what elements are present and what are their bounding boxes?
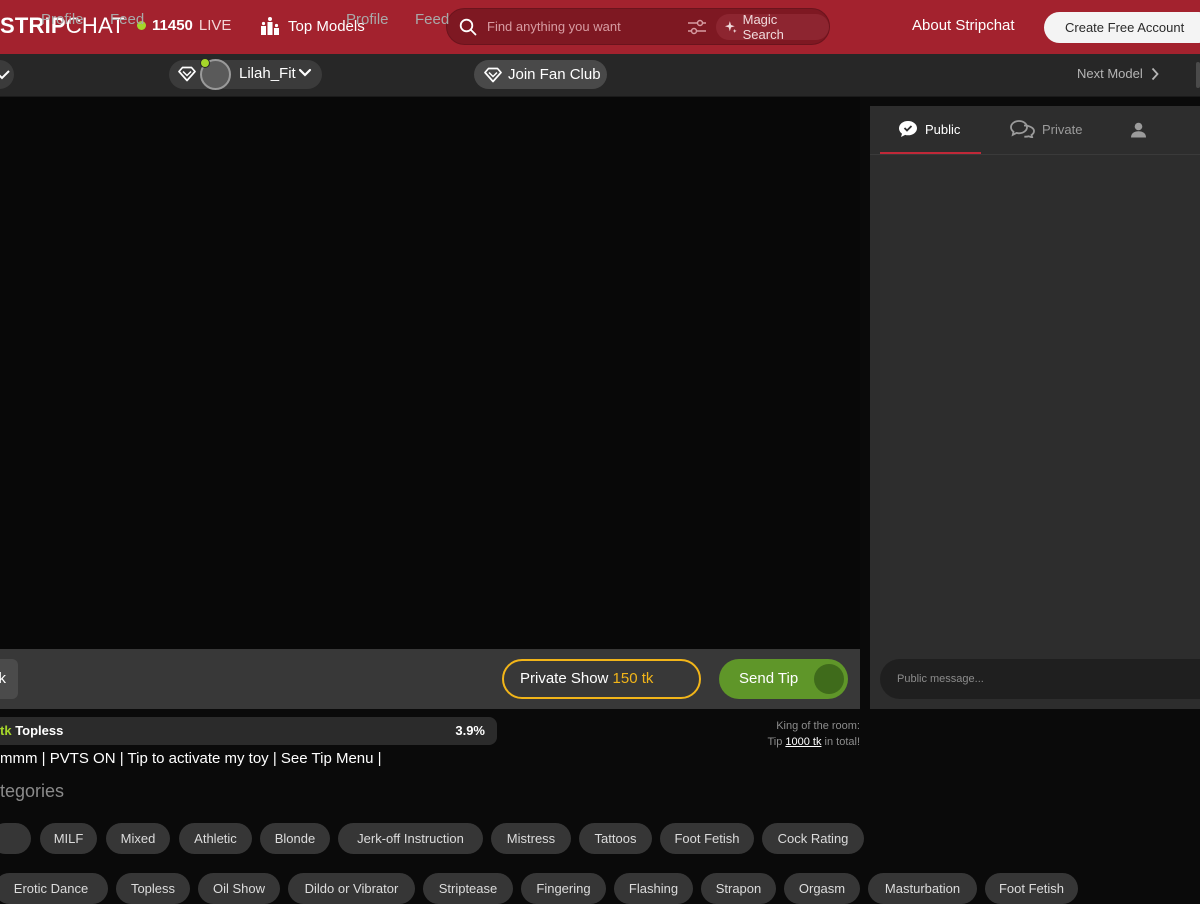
king-tip-suffix: in total! xyxy=(824,736,860,748)
category-tag[interactable]: Mixed xyxy=(106,823,170,854)
left-control-button[interactable]: k xyxy=(0,659,18,699)
category-tag[interactable]: Foot Fetish xyxy=(985,873,1078,904)
category-tag[interactable]: Athletic xyxy=(179,823,252,854)
check-icon xyxy=(0,70,10,80)
king-tip-amount[interactable]: 1000 tk xyxy=(785,736,821,748)
category-tag[interactable]: Fingering xyxy=(521,873,606,904)
live-counter[interactable]: 11450 LIVE xyxy=(137,17,231,34)
public-message-input[interactable]: Public message... xyxy=(880,659,1200,699)
king-tip-prefix: Tip xyxy=(767,736,783,748)
create-account-button[interactable]: Create Free Account xyxy=(1044,12,1200,43)
private-show-label: Private Show xyxy=(520,670,609,687)
model-name[interactable]: Lilah_Fit xyxy=(239,65,296,82)
category-tag[interactable]: Masturbation xyxy=(868,873,977,904)
search-box[interactable]: Find anything you want Magic Search xyxy=(446,8,830,45)
feed-link[interactable]: Feed xyxy=(415,11,449,28)
search-icon xyxy=(459,18,477,36)
join-fan-club-button[interactable]: Join Fan Club xyxy=(474,60,607,89)
king-tip-line: Tip 1000 tk in total! xyxy=(700,734,860,750)
category-tag[interactable]: Strapon xyxy=(701,873,776,904)
category-tag[interactable]: MILF xyxy=(40,823,97,854)
diamond-icon xyxy=(178,66,196,82)
goal-token-unit: tk xyxy=(0,723,12,738)
about-stripchat-link[interactable]: About Stripchat xyxy=(912,17,1015,34)
category-tag[interactable]: Cock Rating xyxy=(762,823,864,854)
live-label: LIVE xyxy=(198,17,232,34)
prev-profile-link[interactable]: Profile xyxy=(41,11,84,28)
send-tip-button[interactable]: Send Tip xyxy=(719,659,848,699)
category-tag[interactable]: Tattoos xyxy=(579,823,652,854)
category-tag[interactable]: Mistress xyxy=(491,823,571,854)
tab-public-label: Public xyxy=(925,121,961,137)
chevron-down-icon[interactable] xyxy=(298,68,312,78)
user-icon xyxy=(1131,122,1146,138)
category-tag[interactable]: Foot Fetish xyxy=(660,823,754,854)
sparkle-icon xyxy=(724,21,737,33)
profile-link[interactable]: Profile xyxy=(346,11,389,28)
chevron-right-icon xyxy=(1151,67,1159,80)
king-title: King of the room: xyxy=(776,720,860,732)
category-tag[interactable]: Topless xyxy=(116,873,190,904)
tab-public-chat[interactable]: Public xyxy=(898,120,960,138)
menu-handle[interactable] xyxy=(1196,62,1200,88)
category-tag[interactable] xyxy=(0,823,31,854)
category-tag[interactable]: Dildo or Vibrator xyxy=(288,873,415,904)
active-tab-underline xyxy=(880,152,981,154)
goal-name: Topless xyxy=(15,723,64,738)
send-tip-label: Send Tip xyxy=(739,670,799,687)
category-tag[interactable]: Orgasm xyxy=(784,873,860,904)
search-input[interactable]: Find anything you want xyxy=(487,19,621,34)
speech-bubble-icon xyxy=(899,121,917,137)
private-show-button[interactable]: Private Show 150 tk xyxy=(502,659,701,699)
category-tag[interactable]: Jerk-off Instruction xyxy=(338,823,483,854)
categories-heading: tegories xyxy=(0,781,65,801)
tab-users[interactable] xyxy=(1130,122,1147,138)
category-tag[interactable]: Striptease xyxy=(423,873,513,904)
room-topic: mmm | PVTS ON | Tip to activate my toy |… xyxy=(0,750,382,767)
tab-private-chat[interactable]: Private xyxy=(1010,120,1082,138)
chat-panel xyxy=(870,106,1200,709)
video-player[interactable] xyxy=(0,97,860,649)
king-of-room: King of the room: Tip 1000 tk in total! xyxy=(700,718,860,750)
category-tag[interactable]: Flashing xyxy=(614,873,693,904)
magic-search-label: Magic Search xyxy=(742,12,784,42)
goal-percent: 3.9% xyxy=(455,723,485,738)
private-chat-icon xyxy=(1010,120,1035,138)
category-tag[interactable]: Erotic Dance xyxy=(0,873,108,904)
diamond-icon xyxy=(484,67,502,82)
tip-toggle-icon xyxy=(814,664,844,694)
category-tag[interactable]: Blonde xyxy=(260,823,330,854)
filter-sliders-icon[interactable] xyxy=(687,19,707,36)
magic-search-button[interactable]: Magic Search xyxy=(716,12,829,42)
online-indicator xyxy=(200,58,210,68)
category-tag[interactable]: Oil Show xyxy=(198,873,280,904)
join-fan-club-label: Join Fan Club xyxy=(508,66,601,83)
podium-icon xyxy=(261,17,279,35)
live-count: 11450 xyxy=(152,17,193,34)
goal-label: tk Topless xyxy=(0,723,63,738)
private-show-price: 150 tk xyxy=(612,670,654,687)
next-model-button[interactable]: Next Model xyxy=(1077,66,1159,81)
tab-private-label: Private xyxy=(1042,121,1083,137)
goal-progress-bar: tk Topless 3.9% xyxy=(0,717,497,745)
prev-feed-link[interactable]: Feed xyxy=(110,11,144,28)
next-model-label: Next Model xyxy=(1077,66,1143,81)
